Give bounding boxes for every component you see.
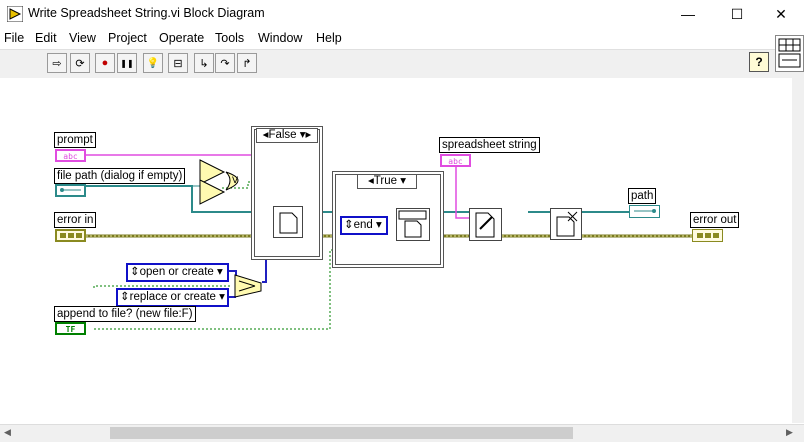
file-dialog-subvi[interactable] [273,206,303,238]
window-title: Write Spreadsheet String.vi Block Diagra… [28,6,265,20]
menu-view[interactable]: View [69,31,96,45]
empty-path-compare[interactable]: V [198,158,252,209]
menu-help[interactable]: Help [316,31,342,45]
file-position-icon [398,210,427,238]
step-over-button[interactable]: ↷ [215,53,235,73]
horizontal-scroll-thumb[interactable] [110,427,573,439]
highlight-execution-button[interactable]: 💡 [143,53,163,73]
pause-button[interactable]: ❚❚ [117,53,137,73]
labview-app-icon [6,5,24,23]
step-out-button[interactable]: ↱ [237,53,257,73]
path-terminal[interactable] [629,205,660,218]
compare-icon: V [199,159,239,205]
menu-bar: File Edit View Project Operate Tools Win… [0,29,804,49]
case-structure-false[interactable] [251,126,323,260]
select-icon [234,274,262,298]
set-file-position-subvi[interactable] [396,208,430,241]
vi-icon [775,35,804,72]
run-continuously-button[interactable]: ⟳ [70,53,90,73]
write-file-icon [475,212,495,238]
end-ring-constant[interactable]: ⇕end ▾ [340,216,388,235]
spreadsheet-string-terminal[interactable]: abc [440,154,471,167]
case-selector-true[interactable]: ◂True ▾ [357,174,417,189]
case-label: True [373,175,398,187]
case-label: False [268,129,297,141]
menu-edit[interactable]: Edit [35,31,57,45]
menu-window[interactable]: Window [258,31,302,45]
prompt-label: prompt [54,132,96,148]
open-or-create-ring[interactable]: ⇕open or create ▾ [126,263,229,282]
path-label: path [628,188,657,204]
replace-or-create-ring[interactable]: ⇕replace or create ▾ [116,288,229,307]
error-in-terminal[interactable] [55,229,86,242]
error-out-label: error out [690,212,740,228]
scroll-left-arrow[interactable]: ◀ [4,427,11,438]
spreadsheet-string-label: spreadsheet string [439,137,540,153]
title-bar: Write Spreadsheet String.vi Block Diagra… [0,0,804,28]
context-help-button[interactable]: ? [749,52,769,72]
minimize-button[interactable]: — [665,0,711,28]
file-path-terminal[interactable] [55,184,86,197]
step-into-button[interactable]: ↳ [194,53,214,73]
error-cluster-icon [697,233,719,238]
run-button[interactable]: ⇨ [47,53,67,73]
path-icon [60,188,81,192]
error-cluster-icon [60,233,82,238]
close-button[interactable]: ✕ [758,0,804,28]
append-label: append to file? (new file:F) [54,306,196,322]
case-dropdown[interactable]: ▾▸ [297,129,312,141]
maximize-button[interactable]: ☐ [714,0,760,28]
case-dropdown[interactable]: ▾ [397,175,406,187]
error-in-label: error in [54,212,97,228]
error-out-terminal[interactable] [692,229,723,242]
close-file-icon [556,211,578,237]
menu-file[interactable]: File [4,31,24,45]
block-diagram-canvas[interactable]: prompt abc file path (dialog if empty) e… [0,78,804,423]
case-selector-false[interactable]: ◂False ▾▸ [256,128,318,143]
prompt-terminal[interactable]: abc [55,149,86,162]
write-text-subvi[interactable] [469,208,502,241]
select-function[interactable] [233,273,265,302]
scroll-right-arrow[interactable]: ▶ [786,427,793,438]
file-path-label: file path (dialog if empty) [54,168,186,184]
vertical-scrollbar[interactable] [792,78,804,423]
path-icon [634,209,656,213]
retain-wire-values-button[interactable]: ⊟ [168,53,188,73]
close-file-subvi[interactable] [550,208,582,240]
menu-operate[interactable]: Operate [159,31,204,45]
svg-text:V: V [232,176,239,186]
file-icon [279,212,298,234]
menu-tools[interactable]: Tools [215,31,244,45]
append-terminal[interactable]: TF [55,322,86,335]
toolbar: ⇨ ⟳ ● ❚❚ 💡 ⊟ ↳ ↷ ↱ [0,49,804,79]
menu-project[interactable]: Project [108,31,147,45]
abort-button[interactable]: ● [95,53,115,73]
